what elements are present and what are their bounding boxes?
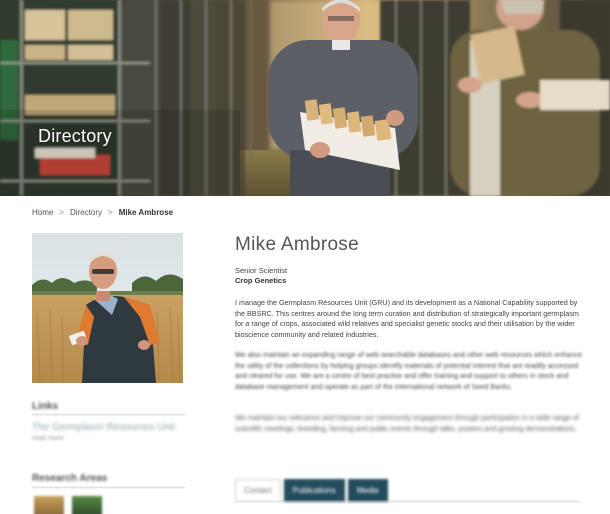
research-area-thumbnail[interactable] — [34, 496, 64, 514]
breadcrumb-home-link[interactable]: Home — [32, 208, 53, 217]
page-title: Directory — [38, 126, 112, 146]
breadcrumb-current: Mike Ambrose — [118, 208, 174, 217]
breadcrumb-separator-icon: > — [59, 208, 65, 217]
bio-paragraph: I manage the Germplasm Resources Unit (G… — [235, 298, 579, 339]
profile-photo — [32, 233, 183, 383]
breadcrumb-directory-link[interactable]: Directory — [70, 208, 102, 217]
breadcrumb: Home > Directory > Mike Ambrose — [32, 208, 173, 217]
hero-banner: Directory — [0, 0, 610, 196]
tab-contact[interactable]: Contact — [235, 479, 281, 502]
germplasm-resources-link[interactable]: The Germplasm Resources Unit — [32, 422, 175, 433]
job-title: Senior Scientist — [235, 266, 288, 275]
research-areas-heading: Research Areas — [32, 473, 108, 484]
tab-publications[interactable]: Publications — [283, 479, 345, 502]
read-more-link[interactable]: read more — [32, 435, 64, 442]
hero-image — [0, 0, 610, 196]
department-link[interactable]: Crop Genetics — [235, 276, 286, 285]
person-name: Mike Ambrose — [235, 234, 359, 255]
tab-media[interactable]: Media — [347, 479, 388, 502]
profile-tabs: Contact Publications Media — [235, 479, 388, 502]
research-area-thumbnail[interactable] — [72, 496, 102, 514]
tabs-divider — [235, 501, 580, 502]
breadcrumb-separator-icon: > — [108, 208, 113, 217]
bio-paragraph: We maintain our relevance and improve ou… — [235, 413, 579, 433]
bio-paragraph: We also maintain an expanding range of w… — [235, 350, 583, 391]
links-heading: Links — [32, 401, 59, 412]
links-divider — [32, 414, 185, 415]
research-areas-divider — [32, 487, 185, 488]
